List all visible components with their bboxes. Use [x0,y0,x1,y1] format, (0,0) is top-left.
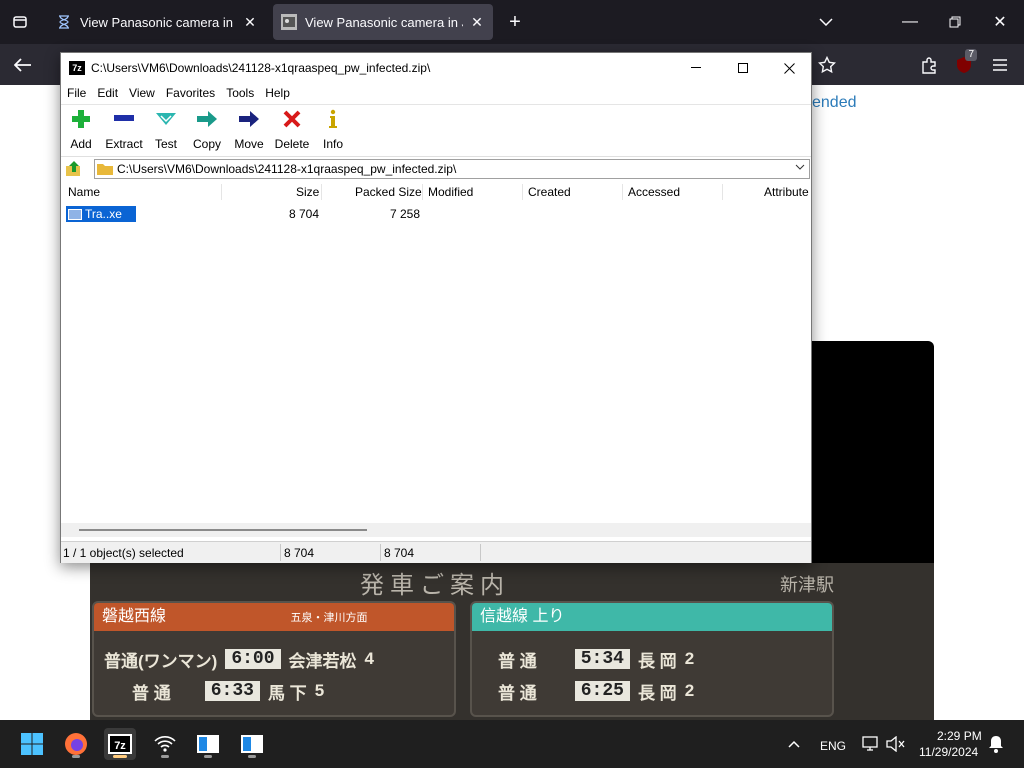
file-name-selected[interactable]: Tra..xe [66,206,136,222]
wifi-app-icon[interactable] [149,728,181,760]
status-packed: 8 704 [384,546,415,560]
column-header-row: Name Size Packed Size Modified Created A… [61,181,811,203]
column-name[interactable]: Name [68,181,100,203]
firefox-icon[interactable] [60,728,92,760]
status-size: 8 704 [284,546,315,560]
bookmark-star-icon[interactable] [814,52,840,78]
browser-tab-2-active[interactable]: View Panasonic camera in Japan ✕ [273,4,493,40]
tab-close-icon[interactable]: ✕ [469,14,485,30]
file-row[interactable]: Tra..xe 8 704 7 258 [61,205,811,223]
7zip-title-bar[interactable]: 7z C:\Users\VM6\Downloads\241128-x1qraas… [61,53,811,83]
chevron-down-icon[interactable] [795,162,805,173]
menu-file[interactable]: File [61,83,91,103]
menu-view[interactable]: View [123,83,160,103]
new-tab-icon[interactable]: + [503,10,527,34]
line-name: 信越線 上り [472,603,832,631]
page-link-text[interactable]: ended [812,94,857,112]
path-combobox[interactable]: C:\Users\VM6\Downloads\241128-x1qraaspeq… [94,159,810,179]
language-indicator[interactable]: ENG [820,739,846,753]
extension-badge-count: 7 [965,49,977,61]
restore-icon[interactable] [943,10,967,34]
menu-favorites[interactable]: Favorites [160,83,220,103]
tab-title: View Panasonic camera in Japan [80,14,236,30]
close-icon[interactable] [774,57,804,79]
info-button[interactable]: Info [308,107,358,151]
column-packed-size[interactable]: Packed Size [355,181,422,203]
file-icon [68,208,82,220]
ublock-shield-icon[interactable]: 7 [951,49,977,78]
folder-up-icon[interactable] [65,160,83,178]
board-station: 新津駅 [780,575,834,595]
file-size: 8 704 [289,207,320,221]
column-created[interactable]: Created [528,181,571,203]
chevron-down-icon[interactable] [814,10,838,34]
7zip-taskbar-icon[interactable]: 7z [104,728,136,760]
hamburger-menu-icon[interactable] [987,52,1013,78]
departure-row: 普 通 5:34 長 岡 2 [498,649,695,671]
line-name: 磐越西線 [102,608,167,625]
menu-tools[interactable]: Tools [220,83,259,103]
scrollbar-thumb[interactable] [79,529,367,531]
line-direction: 五泉・津川方面 [290,612,368,624]
svg-text:7z: 7z [114,740,126,752]
address-bar: C:\Users\VM6\Downloads\241128-x1qraaspeq… [61,156,811,181]
departure-row: 普通(ワンマン) 6:00 会津若松 4 [104,649,375,671]
file-packed-size: 7 258 [390,207,421,221]
departure-board-image: 発車ご案内 新津駅 磐越西線 五泉・津川方面 普通(ワンマン) 6:00 会津若… [90,563,934,720]
clock-date[interactable]: 11/29/2024 [919,745,978,759]
app-window-icon[interactable] [192,728,224,760]
minimize-icon[interactable]: — [898,10,922,34]
app-window-icon[interactable] [236,728,268,760]
menu-edit[interactable]: Edit [91,83,123,103]
file-name: Tra..xe [85,207,122,221]
file-list[interactable]: Name Size Packed Size Modified Created A… [61,181,811,523]
image-favicon-icon [281,14,297,30]
tab-title: View Panasonic camera in Japan [305,14,463,30]
menu-help[interactable]: Help [259,83,295,103]
folder-icon [97,162,113,175]
maximize-icon[interactable] [728,57,758,79]
back-arrow-icon[interactable] [10,52,36,78]
board-panel-left: 磐越西線 五泉・津川方面 普通(ワンマン) 6:00 会津若松 4 普 通 6:… [92,601,456,717]
board-panel-right: 信越線 上り 普 通 5:34 長 岡 2 普 通 6:25 長 岡 2 [470,601,834,717]
horizontal-scrollbar[interactable] [61,523,811,537]
plus-icon [71,107,91,131]
menu-bar: File Edit View Favorites Tools Help [61,83,811,103]
close-window-icon[interactable]: ✕ [988,10,1012,34]
tab-list-icon[interactable] [8,10,32,34]
copy-arrow-icon [196,107,218,131]
status-selection: 1 / 1 object(s) selected [63,546,184,560]
minus-icon [114,107,134,131]
notification-bell-icon[interactable] [980,728,1012,760]
window-title: C:\Users\VM6\Downloads\241128-x1qraaspeq… [91,61,431,75]
info-icon [328,107,338,131]
clock-time[interactable]: 2:29 PM [937,729,982,743]
tray-chevron-up-icon[interactable] [778,728,810,760]
board-title: 発車ご案内 [360,572,510,599]
delete-x-icon [283,107,301,131]
extensions-puzzle-icon[interactable] [916,52,942,78]
toolbar: Add Extract Test Copy Move Delete Info [61,104,811,155]
taskbar: 7z ENG 2:29 PM 11/29/2024 [0,720,1024,768]
7zip-logo-icon: 7z [69,61,85,75]
browser-tab-1[interactable]: View Panasonic camera in Japan ✕ [48,4,266,40]
departure-row: 普 通 6:33 馬 下 5 [132,681,325,703]
minimize-icon[interactable] [681,57,711,79]
column-attributes[interactable]: Attribute [764,181,809,203]
volume-muted-icon[interactable] [880,728,912,760]
check-triangle-icon [155,107,177,131]
departure-row: 普 通 6:25 長 岡 2 [498,681,695,703]
tab-close-icon[interactable]: ✕ [242,14,258,30]
column-modified[interactable]: Modified [428,181,473,203]
start-windows-icon[interactable] [16,728,48,760]
move-arrow-icon [238,107,260,131]
browser-tab-bar: View Panasonic camera in Japan ✕ View Pa… [0,0,1024,44]
hourglass-icon [56,14,72,30]
column-size[interactable]: Size [296,181,319,203]
column-accessed[interactable]: Accessed [628,181,680,203]
7zip-window: 7z C:\Users\VM6\Downloads\241128-x1qraas… [60,52,812,563]
path-text: C:\Users\VM6\Downloads\241128-x1qraaspeq… [117,162,457,176]
status-bar: 1 / 1 object(s) selected 8 704 8 704 [61,541,811,563]
